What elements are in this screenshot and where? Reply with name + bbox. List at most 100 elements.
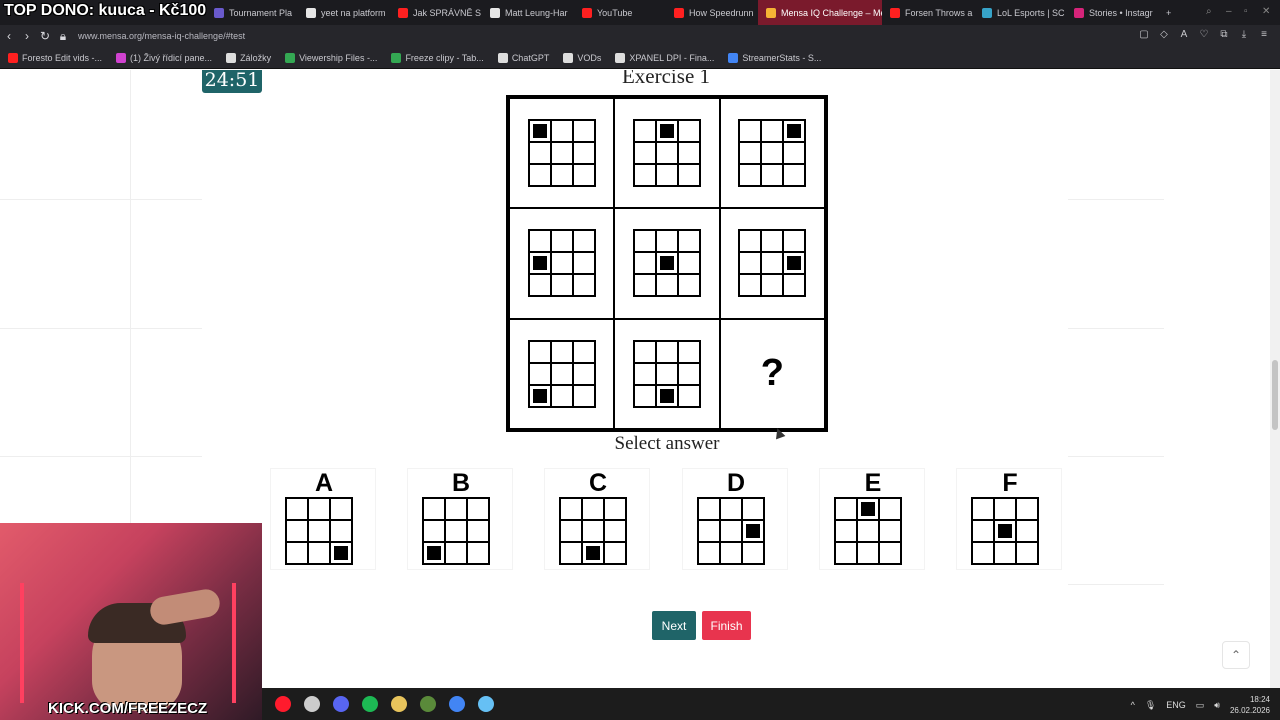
camera-icon[interactable]: ▢ (1138, 29, 1150, 41)
bookmark-item[interactable]: Foresto Edit vids -... (8, 52, 102, 63)
network-icon[interactable]: ▭ (1196, 700, 1205, 711)
translate-icon[interactable]: A (1178, 29, 1190, 41)
reload-icon[interactable]: ↻ (36, 29, 54, 43)
bookmark-label: Viewership Files -... (299, 52, 378, 63)
next-button[interactable]: Next (652, 611, 696, 640)
extensions-icon[interactable]: ⧉ (1218, 29, 1230, 41)
bookmark-favicon-icon (728, 52, 739, 63)
empty-square (720, 542, 742, 564)
tray-chevron-icon[interactable]: ^ (1131, 700, 1135, 710)
browser-tab[interactable]: Mensa IQ Challenge – Me (758, 0, 882, 25)
back-icon[interactable]: ‹ (0, 29, 18, 43)
clock[interactable]: 18:24 26.02.2026 (1230, 694, 1270, 716)
spotify-icon[interactable] (362, 696, 378, 712)
bookmark-favicon-icon (497, 52, 508, 63)
tab-label: LoL Esports | SC (997, 7, 1065, 18)
new-tab-button[interactable]: + (1158, 0, 1179, 25)
browser-tab[interactable]: yeet na platform (298, 0, 390, 25)
empty-square (445, 498, 467, 520)
close-icon[interactable]: ✕ (1262, 6, 1274, 18)
forward-icon[interactable]: › (18, 29, 36, 43)
option-letter: D (726, 469, 746, 497)
obs-icon[interactable] (304, 696, 320, 712)
bookmark-item[interactable]: XPANEL DPI - Fina... (615, 52, 714, 63)
divider (1068, 456, 1164, 457)
tab-favicon-icon (766, 7, 776, 18)
pattern-grid (632, 229, 701, 298)
discord-icon[interactable] (333, 696, 349, 712)
browser-tab[interactable]: LoL Esports | SC (974, 0, 1066, 25)
bookmark-item[interactable]: StreamerStats - S... (728, 52, 821, 63)
bookmark-item[interactable]: ChatGPT (497, 52, 549, 63)
empty-square (572, 274, 595, 297)
browser-tab[interactable]: Matt Leung-Har (482, 0, 574, 25)
file-icon[interactable] (391, 696, 407, 712)
search-tabs-icon[interactable]: ⌕ (1206, 6, 1218, 18)
pattern-grid (559, 497, 627, 565)
volume-icon[interactable]: 🔊︎ (1214, 700, 1220, 711)
empty-square (1016, 520, 1038, 542)
answer-option-f[interactable]: F (956, 468, 1062, 570)
download-icon[interactable]: ⤓ (1238, 29, 1250, 41)
empty-square (582, 520, 604, 542)
rgb-light (20, 583, 24, 703)
answer-option-a[interactable]: A (270, 468, 376, 570)
option-letter: C (588, 469, 608, 497)
browser-tab[interactable]: Stories • Instagr (1066, 0, 1158, 25)
menu-icon[interactable]: ≡ (1258, 29, 1270, 41)
minimize-icon[interactable]: – (1226, 6, 1238, 18)
tab-favicon-icon (214, 7, 224, 18)
bookmark-item[interactable]: Záložky (226, 52, 271, 63)
option-letter: A (314, 469, 334, 497)
empty-square (835, 520, 857, 542)
scrollbar-thumb[interactable] (1272, 360, 1278, 430)
bookmark-item[interactable]: (1) Živý řídicí pane... (116, 52, 212, 63)
bookmark-favicon-icon (563, 52, 574, 63)
maximize-icon[interactable]: ▫ (1244, 6, 1256, 18)
tab-label: YouTube (597, 7, 633, 18)
opera-icon[interactable] (275, 696, 291, 712)
bookmark-item[interactable]: VODs (563, 52, 601, 63)
filled-square (742, 520, 764, 542)
microphone-icon[interactable]: 🎙︎ (1145, 700, 1156, 711)
shield-icon[interactable]: ◇ (1158, 29, 1170, 41)
browser-tab[interactable]: How Speedrunn (666, 0, 758, 25)
answer-option-b[interactable]: B (407, 468, 513, 570)
taskbar-apps (262, 696, 494, 712)
empty-square (633, 164, 656, 187)
empty-square (633, 340, 656, 363)
empty-square (445, 542, 467, 564)
browser-tab[interactable]: Tournament Pla (206, 0, 298, 25)
tab-label: Matt Leung-Har (505, 7, 568, 18)
empty-square (330, 520, 352, 542)
empty-square (550, 164, 573, 187)
divider (0, 199, 202, 200)
tab-favicon-icon (674, 7, 684, 18)
bookmark-item[interactable]: Viewership Files -... (285, 52, 378, 63)
heart-icon[interactable]: ♡ (1198, 29, 1210, 41)
finish-button[interactable]: Finish (702, 611, 751, 640)
streamer-arm (148, 587, 222, 627)
browser-tab[interactable]: YouTube (574, 0, 666, 25)
answer-option-d[interactable]: D (682, 468, 788, 570)
missing-cell-question-mark: ? (760, 352, 784, 395)
url-field[interactable]: www.mensa.org/mensa-iq-challenge/#test (78, 31, 245, 41)
language-indicator[interactable]: ENG (1166, 700, 1186, 710)
option-letter: E (864, 469, 882, 497)
steam-icon[interactable] (478, 696, 494, 712)
answer-option-c[interactable]: C (544, 468, 650, 570)
empty-square (604, 520, 626, 542)
empty-square (783, 164, 806, 187)
browser-tab[interactable]: Forsen Throws a (882, 0, 974, 25)
sheet-icon[interactable] (420, 696, 436, 712)
bookmark-item[interactable]: Freeze clipy - Tab... (391, 52, 484, 63)
chrome-icon[interactable] (449, 696, 465, 712)
browser-tab[interactable]: Jak SPRÁVNĚ S (390, 0, 482, 25)
divider (1068, 199, 1164, 200)
empty-square (677, 384, 700, 407)
answer-option-e[interactable]: E (819, 468, 925, 570)
page-scrollbar[interactable] (1270, 70, 1280, 688)
scroll-to-top-button[interactable]: ⌃ (1222, 641, 1250, 669)
empty-square (550, 340, 573, 363)
bookmark-favicon-icon (8, 52, 18, 63)
